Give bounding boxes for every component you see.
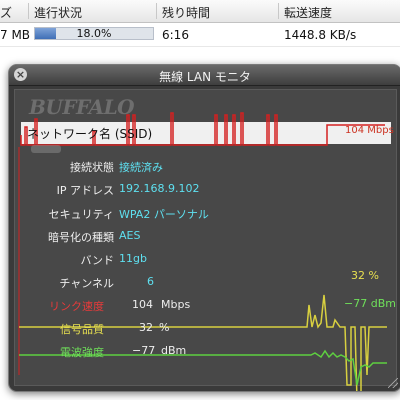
signal-quality-value: 32 xyxy=(139,321,153,334)
download-table: ズ 進行状況 残り時間 転送速度 7 MB 6:16 1448.8 KB/s 1… xyxy=(0,0,400,60)
graph-strength-readout: −77 dBm xyxy=(344,297,396,310)
wlan-monitor-window: × 無線 LAN モニタ BUFFALO ネットワーク名 (SSID) 104 … xyxy=(8,64,400,392)
link-speed-value: 104 xyxy=(132,298,153,311)
ip-address-label: IP アドレス xyxy=(56,184,114,197)
table-header: ズ 進行状況 残り時間 転送速度 xyxy=(0,0,400,23)
column-divider xyxy=(278,3,279,19)
size-cell: 7 MB xyxy=(0,28,31,42)
signal-strength-label: 電波強度 xyxy=(60,346,104,359)
link-speed-unit: Mbps xyxy=(161,298,191,311)
column-progress-header[interactable]: 進行状況 xyxy=(34,4,82,21)
resize-handle[interactable] xyxy=(388,378,398,388)
column-size-header[interactable]: ズ xyxy=(0,4,12,21)
speed-cell: 1448.8 KB/s xyxy=(284,28,357,42)
signal-strength-value: −77 xyxy=(132,344,156,357)
link-speed-label: リンク速度 xyxy=(49,300,104,313)
encryption-value: AES xyxy=(119,229,141,242)
signal-strength-unit: dBm xyxy=(161,344,187,357)
window-titlebar[interactable]: × 無線 LAN モニタ xyxy=(9,65,400,86)
window-title: 無線 LAN モニタ xyxy=(159,70,251,84)
progress-text: 18.0% xyxy=(76,27,112,40)
signal-quality-unit: % xyxy=(159,321,170,334)
signal-quality-label: 信号品質 xyxy=(60,323,104,336)
band-label: バンド xyxy=(80,254,114,267)
connection-status-label: 接続状態 xyxy=(70,161,114,174)
ssid-speed-overlay: 104 Mbps xyxy=(345,125,394,136)
ssid-value-redacted xyxy=(31,145,61,153)
column-divider xyxy=(156,3,157,19)
channel-label: チャンネル xyxy=(59,277,114,290)
column-divider xyxy=(28,3,29,19)
ip-address-value: 192.168.9.102 xyxy=(119,182,200,195)
security-value: WPA2 パーソナル xyxy=(119,208,209,221)
connection-status-value: 接続済み xyxy=(119,161,163,174)
progress-bar: 18.0% xyxy=(34,27,154,40)
channel-value: 6 xyxy=(147,275,154,288)
column-remaining-header[interactable]: 残り時間 xyxy=(162,4,210,21)
column-speed-header[interactable]: 転送速度 xyxy=(284,4,332,21)
graph-quality-readout: 32 % xyxy=(351,269,379,282)
remaining-cell: 6:16 xyxy=(162,28,189,42)
encryption-label: 暗号化の種類 xyxy=(48,231,114,244)
band-value: 11gb xyxy=(119,252,147,265)
ssid-label: ネットワーク名 (SSID) xyxy=(27,127,153,141)
security-label: セキュリティ xyxy=(48,208,114,221)
